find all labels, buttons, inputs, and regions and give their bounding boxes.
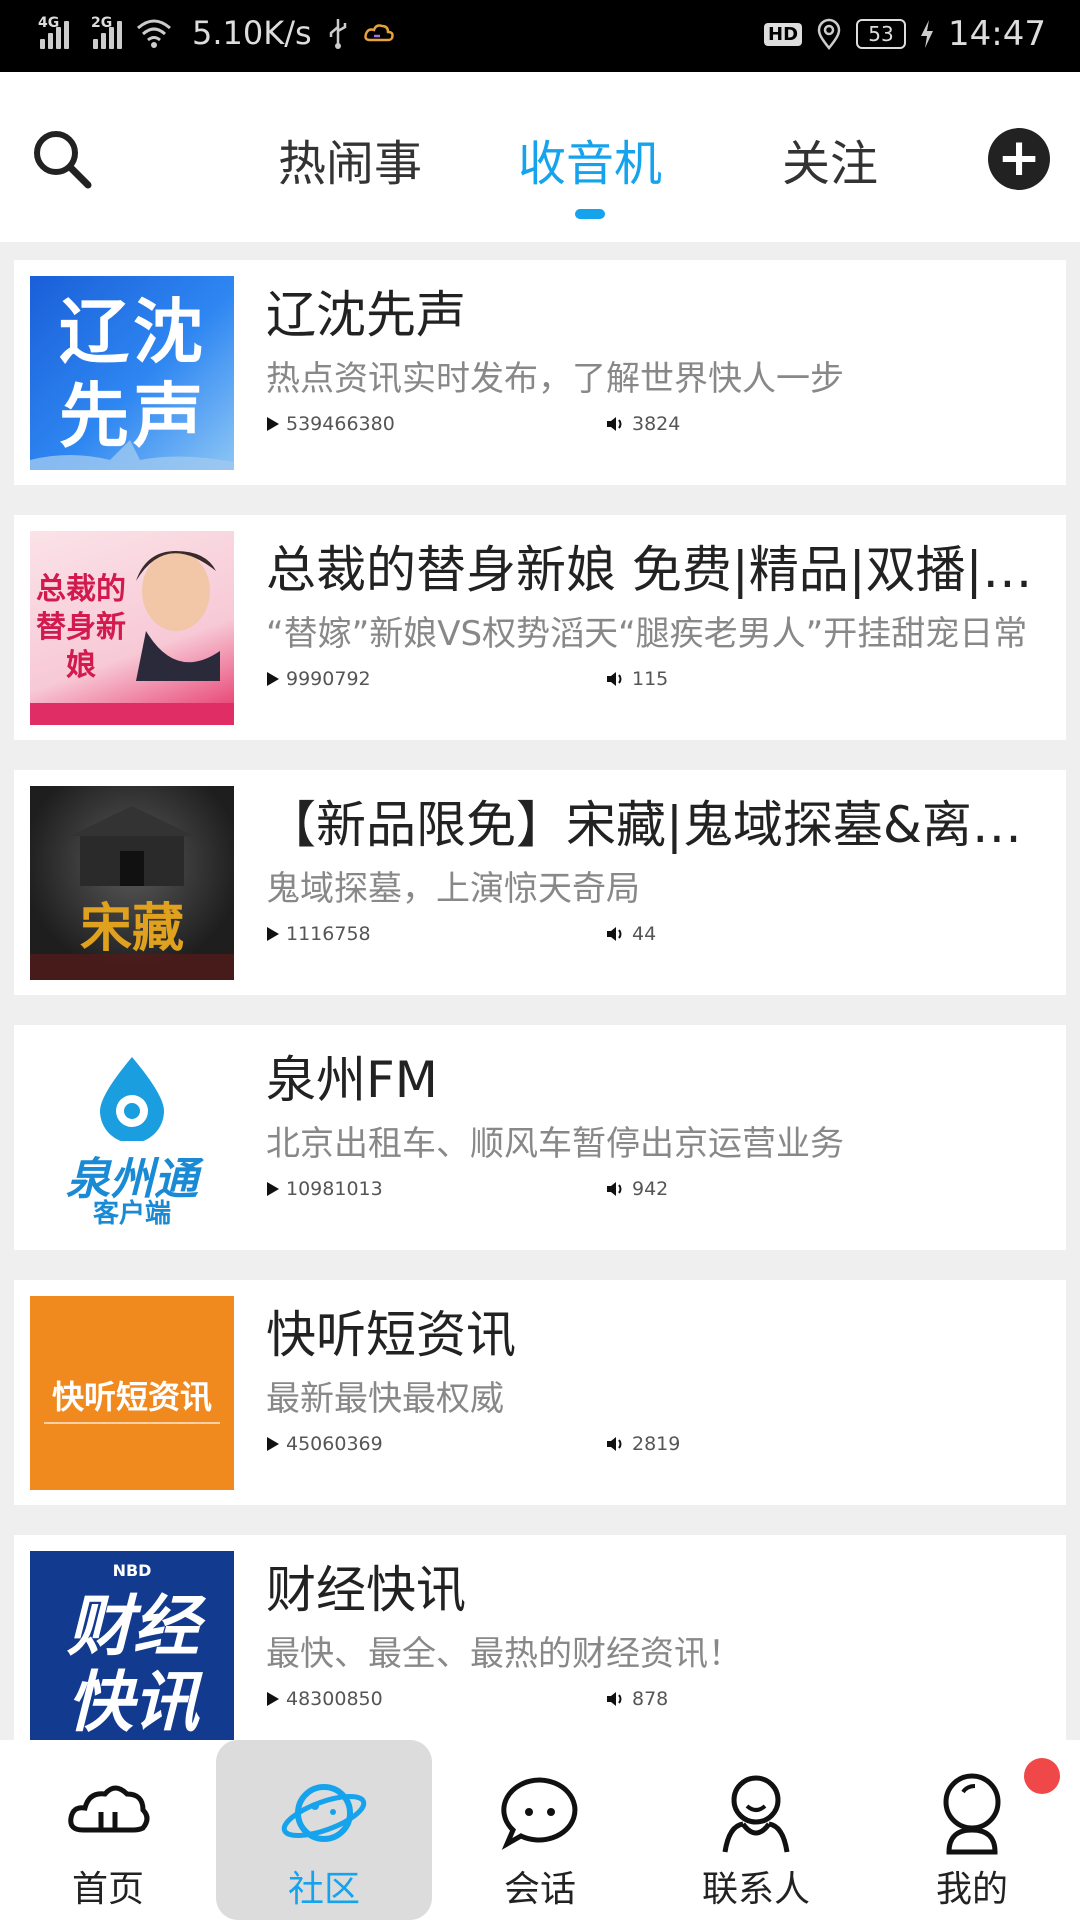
cellular-signal-2-icon: 2G <box>91 15 122 49</box>
nav-chat[interactable]: 会话 <box>432 1740 648 1920</box>
play-count: 48300850 <box>286 1688 383 1710</box>
play-icon <box>267 927 279 941</box>
hd-icon: HD <box>764 22 803 46</box>
cloud-sync-icon <box>363 24 394 42</box>
plus-icon: + <box>997 128 1041 188</box>
nav-mine[interactable]: 我的 <box>864 1740 1080 1920</box>
location-icon <box>817 18 841 50</box>
station-cover: NBD 财经快讯 <box>30 1551 234 1745</box>
play-count: 1116758 <box>286 923 371 945</box>
tab-radio[interactable]: 收音机 <box>470 124 710 219</box>
profile-icon <box>943 1773 1001 1855</box>
station-title: 【新品限免】宋藏|鬼域探墓&离… <box>266 796 1022 854</box>
station-title: 辽沈先声 <box>266 286 466 344</box>
station-card[interactable]: 快听短资讯 快听短资讯 最新最快最权威 45060369 2819 <box>14 1280 1066 1505</box>
play-count: 539466380 <box>286 413 395 435</box>
play-icon <box>267 672 279 686</box>
wifi-icon <box>137 19 171 48</box>
station-cover: 泉州通 客户端 <box>30 1041 234 1235</box>
speaker-icon <box>607 417 622 431</box>
station-description: 最快、最全、最热的财经资讯！ <box>266 1634 742 1674</box>
listener-count: 2819 <box>632 1433 681 1455</box>
top-tabs: 热闹事 收音机 关注 <box>230 124 950 219</box>
play-count: 9990792 <box>286 668 371 690</box>
station-description: 热点资讯实时发布，了解世界快人一步 <box>266 359 844 399</box>
listener-count: 878 <box>632 1688 669 1710</box>
speaker-icon <box>607 927 622 941</box>
listener-count: 942 <box>632 1178 669 1200</box>
status-bar: 4G 2G 5.10K/s HD 53 14:47 <box>0 0 1080 72</box>
clock: 14:47 <box>948 14 1046 54</box>
station-card[interactable]: NBD 财经快讯 财经快讯 最快、最全、最热的财经资讯！ 48300850 87… <box>14 1535 1066 1760</box>
cloud-home-icon <box>68 1785 150 1833</box>
play-icon <box>267 1182 279 1196</box>
chat-bubble-icon <box>501 1777 578 1850</box>
station-description: 最新最快最权威 <box>266 1379 504 1419</box>
speaker-icon <box>607 672 622 686</box>
speaker-icon <box>607 1182 622 1196</box>
active-tab-indicator <box>575 209 605 219</box>
play-icon <box>267 1437 279 1451</box>
station-description: 鬼域探墓，上演惊天奇局 <box>266 869 640 909</box>
notification-badge <box>1024 1758 1060 1794</box>
station-cover: 宋藏 <box>30 786 234 980</box>
battery-icon: 53 <box>856 19 907 49</box>
station-description: “替嫁”新娘VS权势滔天“腿疾老男人”开挂甜宠日常 <box>266 614 1028 654</box>
station-card[interactable]: 辽沈先声 辽沈先声 热点资讯实时发布，了解世界快人一步 539466380 38… <box>14 260 1066 485</box>
speaker-icon <box>607 1692 622 1706</box>
station-card[interactable]: 总裁的替身新娘 总裁的替身新娘 免费|精品|双播|… “替嫁”新娘VS权势滔天“… <box>14 515 1066 740</box>
station-card[interactable]: 泉州通 客户端 泉州FM 北京出租车、顺风车暂停出京运营业务 10981013 … <box>14 1025 1066 1250</box>
search-icon[interactable] <box>30 127 94 191</box>
listener-count: 3824 <box>632 413 681 435</box>
top-header: 热闹事 收音机 关注 + <box>0 72 1080 242</box>
tab-following[interactable]: 关注 <box>710 124 950 194</box>
play-count: 45060369 <box>286 1433 383 1455</box>
play-icon <box>267 1692 279 1706</box>
usb-icon <box>329 19 346 49</box>
station-title: 快听短资讯 <box>266 1306 516 1364</box>
station-title: 总裁的替身新娘 免费|精品|双播|… <box>266 541 1033 599</box>
cellular-signal-icon: 4G <box>38 15 69 49</box>
station-cover: 快听短资讯 <box>30 1296 234 1490</box>
planet-icon <box>281 1784 367 1842</box>
network-speed: 5.10K/s <box>192 14 312 52</box>
bottom-navigation: 首页 社区 会话 联系人 我的 <box>0 1740 1080 1920</box>
play-count: 10981013 <box>286 1178 383 1200</box>
listener-count: 44 <box>632 923 657 945</box>
charging-icon <box>921 20 934 48</box>
station-description: 北京出租车、顺风车暂停出京运营业务 <box>266 1124 844 1164</box>
station-list[interactable]: 辽沈先声 辽沈先声 热点资讯实时发布，了解世界快人一步 539466380 38… <box>14 260 1066 1790</box>
contacts-icon <box>722 1775 790 1853</box>
nav-community[interactable]: 社区 <box>216 1740 432 1920</box>
station-card[interactable]: 宋藏 【新品限免】宋藏|鬼域探墓&离… 鬼域探墓，上演惊天奇局 1116758 … <box>14 770 1066 995</box>
station-title: 财经快讯 <box>266 1561 466 1619</box>
speaker-icon <box>607 1437 622 1451</box>
listener-count: 115 <box>632 668 669 690</box>
nav-contacts[interactable]: 联系人 <box>648 1740 864 1920</box>
station-title: 泉州FM <box>266 1051 438 1109</box>
tab-hot-events[interactable]: 热闹事 <box>230 124 470 194</box>
add-button[interactable]: + <box>988 128 1050 190</box>
station-cover: 总裁的替身新娘 <box>30 531 234 725</box>
play-icon <box>267 417 279 431</box>
station-cover: 辽沈先声 <box>30 276 234 470</box>
nav-home[interactable]: 首页 <box>0 1740 216 1920</box>
